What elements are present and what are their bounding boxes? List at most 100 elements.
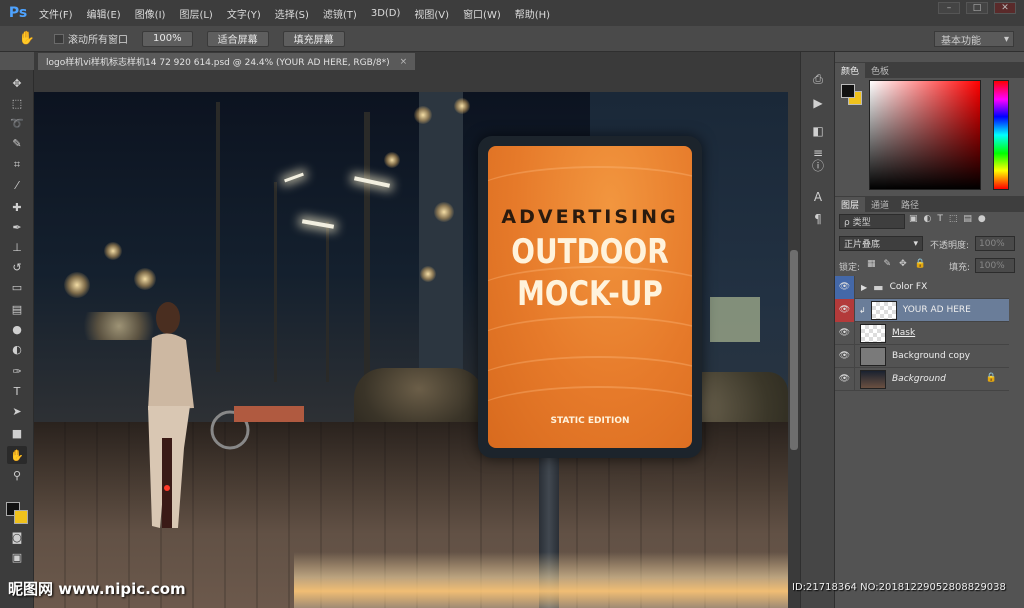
fit-screen-button[interactable]: 适合屏幕 bbox=[206, 30, 269, 47]
layer-row[interactable]: 👁 Background 🔒 bbox=[835, 367, 1009, 391]
zoom-100-button[interactable]: 100% bbox=[142, 30, 193, 47]
layer-thumbnail bbox=[860, 346, 886, 366]
menu-layer[interactable]: 图层(L) bbox=[172, 6, 219, 21]
workspace-select[interactable]: 基本功能 ▾ bbox=[934, 31, 1014, 47]
shape-tool-icon[interactable]: ■ bbox=[7, 424, 27, 442]
menu-window[interactable]: 窗口(W) bbox=[456, 6, 508, 21]
path-select-tool-icon[interactable]: ➤ bbox=[7, 402, 27, 420]
vertical-scrollbar[interactable] bbox=[788, 70, 800, 608]
blend-mode-select[interactable]: 正片叠底 ▾ bbox=[839, 236, 923, 251]
menu-select[interactable]: 选择(S) bbox=[268, 6, 316, 21]
eraser-tool-icon[interactable]: ▭ bbox=[7, 278, 27, 296]
layer-list: 👁 ▶ ▬ Color FX 👁 ↲ YOUR AD HERE 👁 Mask 👁… bbox=[835, 275, 1009, 391]
eyedropper-tool-icon[interactable]: ⁄ bbox=[7, 176, 27, 194]
tab-channels[interactable]: 通道 bbox=[865, 197, 895, 212]
lock-pixels-icon[interactable]: ✎ bbox=[884, 259, 892, 269]
menu-3d[interactable]: 3D(D) bbox=[364, 8, 408, 19]
brush-tool-icon[interactable]: ✒ bbox=[7, 218, 27, 236]
maximize-icon[interactable]: □ bbox=[966, 2, 988, 14]
fill-screen-button[interactable]: 填充屏幕 bbox=[282, 30, 345, 47]
move-tool-icon[interactable]: ✥ bbox=[7, 74, 27, 92]
scroll-all-label: 滚动所有窗口 bbox=[68, 35, 128, 46]
opacity-field[interactable]: 100% bbox=[975, 236, 1015, 251]
layer-name: Color FX bbox=[889, 282, 928, 292]
actions-panel-icon[interactable]: ▶ bbox=[808, 94, 828, 112]
menu-image[interactable]: 图像(I) bbox=[128, 6, 173, 21]
tab-color[interactable]: 颜色 bbox=[835, 63, 866, 78]
gradient-tool-icon[interactable]: ▤ bbox=[7, 300, 27, 318]
layer-row[interactable]: 👁 ▶ ▬ Color FX bbox=[835, 275, 1009, 299]
paragraph-panel-icon[interactable]: ¶ bbox=[808, 210, 828, 228]
cyclist-figure bbox=[148, 302, 194, 528]
layer-row[interactable]: 👁 ↲ YOUR AD HERE bbox=[835, 298, 1009, 322]
stamp-tool-icon[interactable]: ⊥ bbox=[7, 238, 27, 256]
menu-edit[interactable]: 编辑(E) bbox=[80, 6, 128, 21]
document-tab[interactable]: logo样机vi样机标志样机14 72 920 614.psd @ 24.4% … bbox=[38, 53, 416, 70]
info-panel-icon[interactable]: ⓘ bbox=[808, 156, 828, 174]
adjustments-panel-icon[interactable]: ◧ bbox=[808, 122, 828, 140]
pen-tool-icon[interactable]: ✑ bbox=[7, 362, 27, 380]
scrollbar-thumb[interactable] bbox=[790, 250, 798, 450]
visibility-eye-icon[interactable]: 👁 bbox=[835, 298, 855, 322]
lock-position-icon[interactable]: ✥ bbox=[899, 259, 907, 269]
type-filter-icon[interactable]: T bbox=[937, 214, 943, 224]
menu-view[interactable]: 视图(V) bbox=[407, 6, 456, 21]
crop-tool-icon[interactable]: ⌗ bbox=[7, 156, 27, 174]
lock-all-icon[interactable]: 🔒 bbox=[915, 259, 926, 269]
lock-icon: 🔒 bbox=[985, 373, 997, 383]
pixel-filter-icon[interactable]: ▣ bbox=[909, 214, 918, 224]
screen-mode-icon[interactable]: ▣ bbox=[7, 548, 27, 566]
filter-toggle-icon[interactable]: ● bbox=[978, 214, 986, 224]
menu-file[interactable]: 文件(F) bbox=[32, 6, 80, 21]
tab-swatches[interactable]: 色板 bbox=[865, 63, 895, 78]
poster-headline: ADVERTISING bbox=[501, 206, 679, 228]
adjustment-filter-icon[interactable]: ◐ bbox=[924, 214, 932, 224]
history-brush-tool-icon[interactable]: ↺ bbox=[7, 258, 27, 276]
fill-field[interactable]: 100% bbox=[975, 258, 1015, 273]
tab-paths[interactable]: 路径 bbox=[895, 197, 925, 212]
color-swatches[interactable] bbox=[6, 502, 30, 526]
quick-select-tool-icon[interactable]: ✎ bbox=[7, 134, 27, 152]
hand-tool-icon[interactable]: ✋ bbox=[14, 31, 40, 46]
close-icon[interactable]: ✕ bbox=[994, 2, 1016, 14]
visibility-eye-icon[interactable]: 👁 bbox=[835, 344, 855, 368]
background-color-swatch[interactable] bbox=[14, 510, 28, 524]
healing-brush-tool-icon[interactable]: ✚ bbox=[7, 198, 27, 216]
tab-layers[interactable]: 图层 bbox=[835, 197, 866, 212]
type-tool-icon[interactable]: T bbox=[7, 382, 27, 400]
document-canvas[interactable]: ADVERTISING OUTDOOR MOCK-UP STATIC EDITI… bbox=[34, 70, 788, 608]
layer-filter-select[interactable]: ρ 类型 bbox=[839, 214, 905, 229]
layer-row[interactable]: 👁 Background copy bbox=[835, 344, 1009, 368]
dodge-tool-icon[interactable]: ◐ bbox=[7, 340, 27, 358]
visibility-eye-icon[interactable]: 👁 bbox=[835, 275, 855, 299]
light-streak bbox=[294, 552, 788, 608]
clip-arrow-icon: ↲ bbox=[859, 305, 866, 315]
visibility-eye-icon[interactable]: 👁 bbox=[835, 367, 855, 391]
marquee-tool-icon[interactable]: ⬚ bbox=[7, 94, 27, 112]
tab-close-icon[interactable]: × bbox=[400, 57, 408, 67]
panel-icon-strip: ⎙ ▶ ◧ ≡ ⓘ A ¶ bbox=[800, 52, 834, 608]
menu-filter[interactable]: 滤镜(T) bbox=[316, 6, 364, 21]
history-panel-icon[interactable]: ⎙ bbox=[808, 70, 828, 88]
quick-mask-icon[interactable]: ◙ bbox=[7, 528, 27, 546]
hand-tool-icon[interactable]: ✋ bbox=[7, 446, 27, 464]
watermark-left: 昵图网 www.nipic.com bbox=[8, 580, 186, 598]
hue-slider[interactable] bbox=[993, 80, 1009, 190]
scroll-all-checkbox[interactable] bbox=[54, 33, 64, 44]
visibility-eye-icon[interactable]: 👁 bbox=[835, 321, 855, 345]
blur-tool-icon[interactable]: ● bbox=[7, 320, 27, 338]
menu-help[interactable]: 帮助(H) bbox=[508, 6, 557, 21]
lock-transparency-icon[interactable]: ▦ bbox=[867, 259, 876, 269]
shape-filter-icon[interactable]: ⬚ bbox=[949, 214, 958, 224]
zoom-tool-icon[interactable]: ⚲ bbox=[7, 466, 27, 484]
disclosure-triangle-icon[interactable]: ▶ bbox=[861, 283, 867, 292]
menu-type[interactable]: 文字(Y) bbox=[220, 6, 268, 21]
lasso-tool-icon[interactable]: ➰ bbox=[7, 114, 27, 132]
layer-row[interactable]: 👁 Mask bbox=[835, 321, 1009, 345]
color-picker-field[interactable] bbox=[869, 80, 981, 190]
foreground-color-swatch[interactable] bbox=[841, 84, 855, 98]
smart-filter-icon[interactable]: ▤ bbox=[963, 214, 972, 224]
watermark-right: ID:21718364 NO:20181229052808829038 bbox=[792, 582, 1006, 593]
minimize-icon[interactable]: – bbox=[938, 2, 960, 14]
character-panel-icon[interactable]: A bbox=[808, 188, 828, 206]
